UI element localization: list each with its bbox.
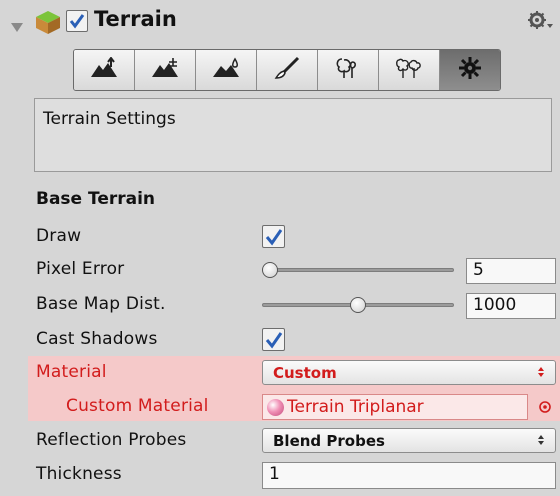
material-sphere-icon [267, 398, 284, 416]
cast-shadows-label: Cast Shadows [36, 329, 158, 349]
raise-lower-terrain-icon [89, 56, 119, 83]
component-settings-gear-icon[interactable] [527, 10, 553, 36]
material-dropdown[interactable]: Custom [262, 360, 556, 385]
paint-details-icon [394, 56, 424, 84]
thickness-label: Thickness [36, 464, 122, 484]
pixel-error-slider-thumb[interactable] [262, 262, 278, 278]
object-picker-icon[interactable] [538, 399, 552, 418]
material-dropdown-value: Custom [273, 363, 337, 382]
draw-checkbox[interactable] [262, 225, 285, 248]
terrain-tool-strip [73, 49, 501, 91]
custom-material-label: Custom Material [66, 396, 209, 416]
component-title: Terrain [94, 7, 177, 31]
reflection-probes-label: Reflection Probes [36, 430, 187, 450]
base-map-dist-field[interactable]: 1000 [466, 293, 556, 319]
dropdown-arrows-icon [537, 364, 545, 382]
dropdown-arrows-icon [537, 432, 545, 450]
paint-height-icon [150, 57, 180, 83]
pixel-error-label: Pixel Error [36, 259, 125, 279]
paint-height-tool[interactable] [135, 50, 196, 90]
material-label: Material [36, 362, 107, 382]
base-terrain-heading: Base Terrain [36, 189, 156, 209]
pixel-error-slider-track[interactable] [262, 268, 454, 272]
raise-lower-terrain-tool[interactable] [74, 50, 135, 90]
place-trees-icon [333, 56, 363, 84]
draw-label: Draw [36, 226, 82, 246]
paint-texture-brush-icon [272, 56, 302, 84]
custom-material-value: Terrain Triplanar [287, 397, 424, 417]
pixel-error-field[interactable]: 5 [466, 258, 556, 284]
reflection-probes-dropdown[interactable]: Blend Probes [262, 428, 556, 453]
checkmark-icon [265, 228, 282, 245]
reflection-probes-value: Blend Probes [273, 431, 385, 450]
terrain-component-icon [34, 8, 62, 40]
base-map-dist-label: Base Map Dist. [36, 294, 166, 314]
smooth-height-tool[interactable] [196, 50, 257, 90]
place-trees-tool[interactable] [318, 50, 379, 90]
paint-details-tool[interactable] [379, 50, 440, 90]
paint-texture-tool[interactable] [257, 50, 318, 90]
component-enabled-checkbox[interactable] [66, 10, 88, 32]
foldout-arrow-icon[interactable] [10, 18, 24, 37]
custom-material-object-field[interactable]: Terrain Triplanar [262, 394, 528, 420]
thickness-field[interactable]: 1 [262, 462, 556, 489]
terrain-settings-tool[interactable] [440, 50, 500, 90]
help-box: Terrain Settings [34, 98, 552, 172]
checkmark-icon [265, 331, 282, 348]
cast-shadows-checkbox[interactable] [262, 328, 285, 351]
help-box-text: Terrain Settings [43, 109, 176, 129]
base-map-dist-slider-thumb[interactable] [350, 297, 366, 313]
smooth-height-icon [211, 57, 241, 83]
terrain-settings-gear-icon [457, 55, 483, 85]
